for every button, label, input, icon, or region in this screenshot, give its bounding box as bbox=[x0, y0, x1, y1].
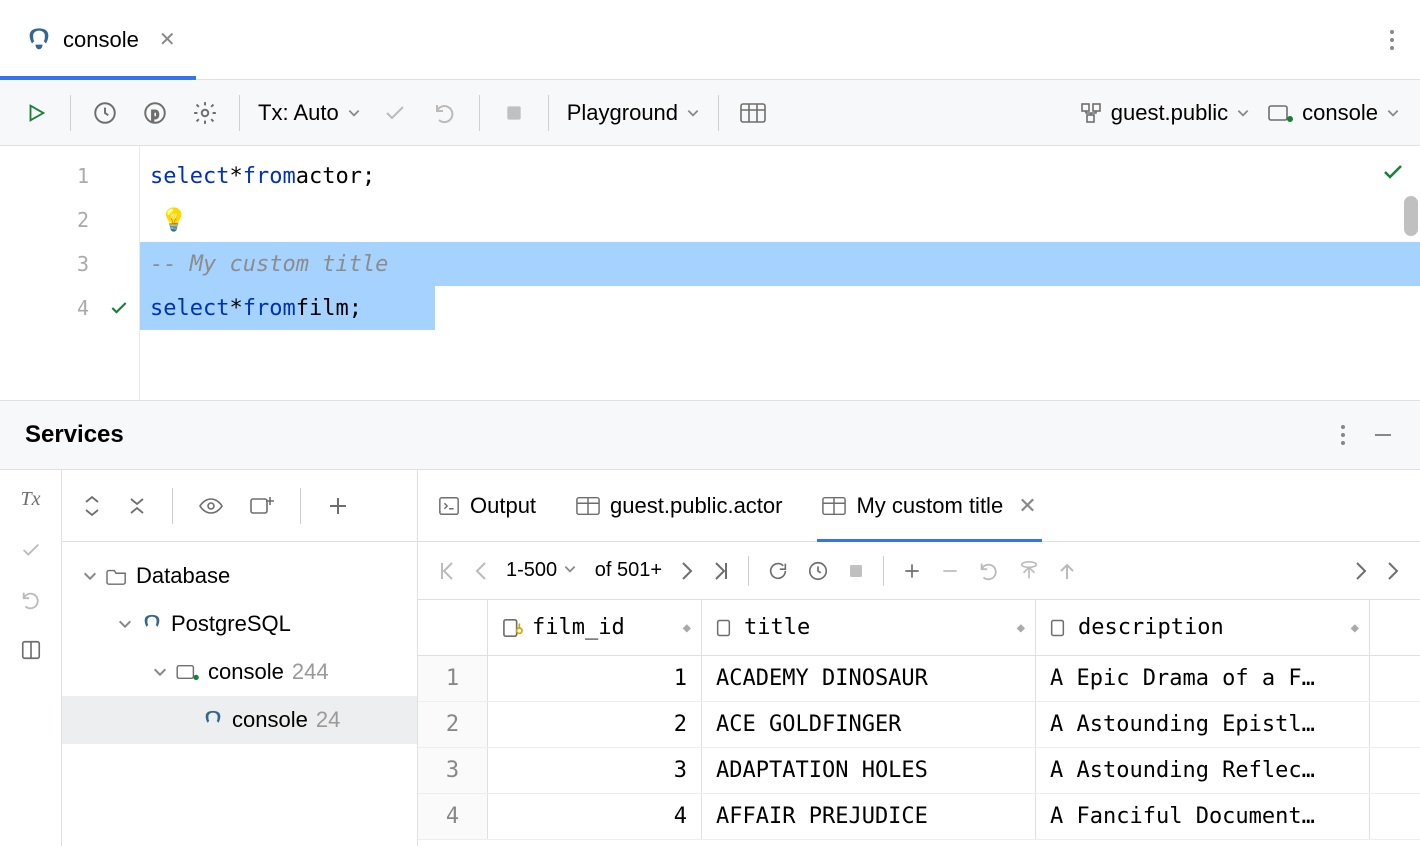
check-icon bbox=[1381, 160, 1405, 184]
data-editor-icon[interactable] bbox=[737, 97, 769, 129]
more-icon[interactable] bbox=[1340, 423, 1346, 447]
result-tab-actor[interactable]: guest.public.actor bbox=[576, 470, 782, 541]
run-icon[interactable] bbox=[20, 97, 52, 129]
tab-console[interactable]: console ✕ bbox=[0, 0, 196, 79]
tx-mode-dropdown[interactable]: Tx: Auto bbox=[258, 100, 361, 126]
services-title: Services bbox=[25, 421, 124, 449]
svg-text:p: p bbox=[151, 106, 159, 122]
table-row[interactable]: 3 3 ADAPTATION HOLES A Astounding Reflec… bbox=[418, 748, 1420, 794]
folder-icon bbox=[106, 566, 128, 586]
table-icon bbox=[576, 496, 600, 516]
first-page-icon[interactable] bbox=[438, 561, 456, 581]
add-row-icon[interactable] bbox=[902, 561, 922, 581]
results-panel: Output guest.public.actor My custom titl… bbox=[418, 470, 1420, 846]
page-range-dropdown[interactable]: 1-500 bbox=[506, 559, 577, 582]
code-editor[interactable]: 1 2 3 4 select * from actor; 💡 -- My cus… bbox=[0, 146, 1420, 400]
column-title[interactable]: title◆ bbox=[702, 600, 1036, 655]
expand-icon[interactable] bbox=[82, 494, 102, 518]
reload-icon[interactable] bbox=[767, 560, 789, 582]
settings-icon[interactable] bbox=[189, 97, 221, 129]
tree-row-console-leaf[interactable]: console 24 bbox=[62, 696, 417, 744]
result-tabs: Output guest.public.actor My custom titl… bbox=[418, 470, 1420, 542]
new-session-icon[interactable] bbox=[249, 494, 275, 518]
close-icon[interactable]: ✕ bbox=[159, 27, 176, 52]
explain-icon[interactable]: p bbox=[139, 97, 171, 129]
result-tab-custom[interactable]: My custom title ✕ bbox=[822, 470, 1036, 541]
column-icon bbox=[716, 618, 736, 638]
page-total: of 501+ bbox=[595, 559, 662, 582]
editor-gutter: 1 2 3 4 bbox=[0, 146, 140, 400]
add-icon[interactable] bbox=[326, 494, 350, 518]
table-icon bbox=[822, 496, 846, 516]
last-page-icon[interactable] bbox=[712, 561, 730, 581]
stop-icon[interactable] bbox=[498, 97, 530, 129]
more-icon[interactable] bbox=[1386, 561, 1400, 581]
close-icon[interactable]: ✕ bbox=[1018, 493, 1036, 519]
table-row[interactable]: 2 2 ACE GOLDFINGER A Astounding Epistl… bbox=[418, 702, 1420, 748]
editor-toolbar: p Tx: Auto Playground guest.public conso… bbox=[0, 80, 1420, 146]
tx-icon[interactable]: Tx bbox=[21, 488, 41, 511]
postgres-icon bbox=[141, 613, 163, 635]
schedule-icon[interactable] bbox=[807, 560, 829, 582]
tab-title: console bbox=[63, 27, 139, 53]
commit-icon[interactable] bbox=[20, 539, 42, 561]
result-tab-output[interactable]: Output bbox=[438, 470, 536, 541]
result-grid[interactable]: film_id◆ title◆ description◆ 1 1 ACADEMY… bbox=[418, 600, 1420, 846]
check-icon bbox=[109, 298, 129, 318]
postgres-icon bbox=[202, 709, 224, 731]
submit-icon[interactable] bbox=[1018, 560, 1040, 582]
column-icon bbox=[1050, 618, 1070, 638]
services-panel: Tx Database PostgreSQL bbox=[0, 470, 1420, 846]
revert-icon[interactable] bbox=[978, 560, 1000, 582]
eye-icon[interactable] bbox=[198, 496, 224, 516]
tree-row-database[interactable]: Database bbox=[62, 552, 417, 600]
tab-menu-icon[interactable] bbox=[1389, 28, 1395, 52]
column-film-id[interactable]: film_id◆ bbox=[488, 600, 702, 655]
history-icon[interactable] bbox=[89, 97, 121, 129]
commit-icon[interactable] bbox=[379, 97, 411, 129]
next-icon[interactable] bbox=[1354, 561, 1368, 581]
session-dropdown[interactable]: console bbox=[1268, 100, 1400, 126]
scrollbar[interactable] bbox=[1404, 196, 1418, 236]
minimize-icon[interactable] bbox=[1371, 423, 1395, 447]
terminal-icon bbox=[438, 495, 460, 517]
prev-page-icon[interactable] bbox=[474, 561, 488, 581]
next-page-icon[interactable] bbox=[680, 561, 694, 581]
bulb-icon[interactable]: 💡 bbox=[160, 208, 187, 233]
key-column-icon bbox=[502, 618, 524, 638]
up-icon[interactable] bbox=[1058, 561, 1076, 581]
services-rail: Tx bbox=[0, 470, 62, 846]
grid-header: film_id◆ title◆ description◆ bbox=[418, 600, 1420, 656]
table-row[interactable]: 1 1 ACADEMY DINOSAUR A Epic Drama of a F… bbox=[418, 656, 1420, 702]
console-icon bbox=[176, 663, 200, 681]
rollback-icon[interactable] bbox=[429, 97, 461, 129]
stop-icon[interactable] bbox=[847, 562, 865, 580]
services-tree[interactable]: Database PostgreSQL console 244 console … bbox=[62, 542, 417, 846]
collapse-icon[interactable] bbox=[127, 494, 147, 518]
services-header: Services bbox=[0, 400, 1420, 470]
playground-dropdown[interactable]: Playground bbox=[567, 100, 700, 126]
tree-row-postgresql[interactable]: PostgreSQL bbox=[62, 600, 417, 648]
schema-dropdown[interactable]: guest.public bbox=[1079, 100, 1250, 126]
result-toolbar: 1-500 of 501+ bbox=[418, 542, 1420, 600]
services-tree-panel: Database PostgreSQL console 244 console … bbox=[62, 470, 418, 846]
layout-icon[interactable] bbox=[20, 639, 42, 661]
rollback-icon[interactable] bbox=[20, 589, 42, 611]
column-description[interactable]: description◆ bbox=[1036, 600, 1370, 655]
tree-toolbar bbox=[62, 470, 417, 542]
postgres-icon bbox=[25, 26, 53, 54]
tree-row-console[interactable]: console 244 bbox=[62, 648, 417, 696]
remove-row-icon[interactable] bbox=[940, 561, 960, 581]
table-row[interactable]: 4 4 AFFAIR PREJUDICE A Fanciful Document… bbox=[418, 794, 1420, 840]
editor-tab-bar: console ✕ bbox=[0, 0, 1420, 80]
